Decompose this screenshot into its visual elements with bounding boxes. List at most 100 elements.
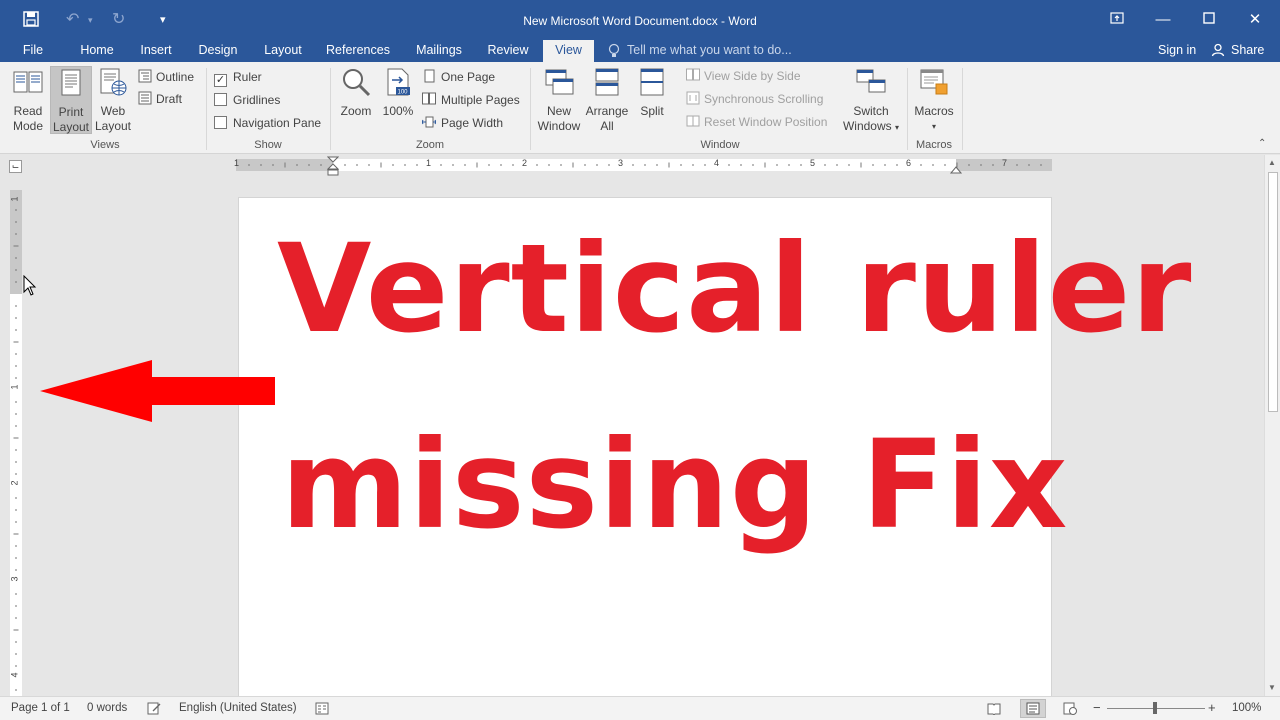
zoom-out-button[interactable]: − [1093, 700, 1101, 715]
tab-review[interactable]: Review [482, 40, 534, 62]
macro-recording-icon[interactable] [315, 702, 329, 718]
switch-windows-icon [840, 66, 902, 102]
document-page[interactable]: Vertical ruler missing Fix [238, 197, 1191, 697]
proofing-icon[interactable] [147, 702, 161, 718]
maximize-icon[interactable] [1194, 8, 1224, 32]
web-layout-button[interactable]: Web Layout [92, 66, 134, 134]
outline-button[interactable]: Outline [138, 68, 194, 86]
document-heading-line-2: missing Fix [281, 414, 1069, 556]
page-width-icon [421, 116, 437, 128]
read-mode-icon [6, 66, 50, 102]
window-group-label: Window [700, 139, 740, 151]
arrange-all-button[interactable]: Arrange All [584, 66, 630, 134]
window-title: New Microsoft Word Document.docx - Word [523, 14, 757, 28]
multiple-pages-button[interactable]: Multiple Pages [422, 91, 520, 109]
ruler-checkbox[interactable]: ✓ Ruler [214, 68, 262, 87]
synchronous-scrolling-button[interactable]: Synchronous Scrolling [686, 90, 823, 108]
tab-selector-icon[interactable]: ⌙ [9, 160, 22, 173]
language[interactable]: English (United States) [179, 702, 297, 714]
sign-in-link[interactable]: Sign in [1158, 40, 1196, 62]
share-person-icon[interactable] [1211, 40, 1227, 62]
view-side-by-side-button[interactable]: View Side by Side [686, 67, 801, 85]
one-page-button[interactable]: One Page [422, 68, 495, 86]
indent-markers-icon[interactable] [326, 156, 340, 176]
mouse-pointer-icon [23, 274, 37, 300]
zoom-in-button[interactable]: + [1208, 700, 1216, 715]
read-mode-view-icon[interactable] [987, 702, 1001, 718]
print-layout-icon [51, 67, 91, 103]
tab-home[interactable]: Home [74, 40, 120, 62]
zoom-100-button[interactable]: 100 100% [380, 66, 416, 119]
gridlines-checkbox[interactable]: Gridlines [214, 91, 280, 109]
scrollbar-thumb[interactable] [1268, 172, 1278, 412]
arrange-all-icon [584, 66, 630, 102]
share-button[interactable]: Share [1231, 40, 1264, 62]
macros-icon [912, 66, 956, 102]
read-mode-button[interactable]: Read Mode [6, 66, 50, 134]
zoom-slider-thumb[interactable] [1153, 702, 1157, 714]
ribbon-tabs: File Home Insert Design Layout Reference… [0, 40, 1280, 62]
word-count[interactable]: 0 words [87, 702, 127, 714]
group-divider [907, 68, 908, 150]
new-window-icon [536, 66, 582, 102]
web-layout-icon [92, 66, 134, 102]
close-icon[interactable]: ✕ [1240, 8, 1270, 32]
macros-button[interactable]: Macros ▾ [912, 66, 956, 134]
tab-mailings[interactable]: Mailings [408, 40, 470, 62]
tab-insert[interactable]: Insert [134, 40, 178, 62]
macros-group-label: Macros [915, 139, 953, 151]
horizontal-ruler[interactable]: 1 1 2 3 4 5 6 7 [234, 158, 1052, 171]
document-heading-line-1: Vertical ruler [277, 218, 1193, 360]
tab-layout[interactable]: Layout [258, 40, 308, 62]
ruler-ticks [248, 162, 1042, 168]
switch-windows-button[interactable]: Switch Windows ▾ [840, 66, 902, 135]
side-by-side-icon [686, 68, 700, 81]
show-group-label: Show [254, 139, 282, 151]
split-icon [632, 66, 672, 102]
tab-view[interactable]: View [543, 40, 594, 62]
group-divider [530, 68, 531, 150]
split-button[interactable]: Split [632, 66, 672, 119]
tab-references[interactable]: References [322, 40, 394, 62]
status-bar: Page 1 of 1 0 words English (United Stat… [0, 696, 1280, 720]
title-bar: ↶ ▾ ↻ ▾ New Microsoft Word Document.docx… [0, 0, 1280, 40]
page-width-button[interactable]: Page Width [421, 114, 503, 132]
right-indent-marker-icon[interactable] [949, 163, 963, 175]
collapse-ribbon-icon[interactable]: ⌃ [1258, 138, 1266, 149]
scroll-down-icon[interactable]: ▼ [1268, 683, 1276, 692]
zoom-group-label: Zoom [415, 139, 445, 151]
navigation-pane-checkbox[interactable]: Navigation Pane [214, 114, 321, 132]
scroll-up-icon[interactable]: ▲ [1268, 158, 1276, 167]
group-divider [330, 68, 331, 150]
tab-file[interactable]: File [14, 40, 52, 62]
ribbon: Read Mode Print Layout Web Layout Outlin… [0, 62, 1280, 154]
views-group-label: Views [90, 139, 120, 151]
print-layout-view-icon[interactable] [1020, 699, 1046, 718]
checkbox-unchecked-icon [214, 116, 227, 129]
draft-button[interactable]: Draft [138, 90, 182, 108]
reset-window-icon [686, 115, 700, 127]
red-arrow-icon [38, 359, 278, 426]
chevron-down-icon: ▾ [895, 123, 900, 132]
multiple-pages-icon [422, 92, 436, 105]
svg-text:100: 100 [398, 90, 409, 96]
vertical-ruler[interactable]: 1 1 2 3 4 [10, 190, 22, 696]
magnifier-icon [336, 66, 376, 102]
page-count[interactable]: Page 1 of 1 [11, 702, 70, 714]
checkbox-checked-icon: ✓ [214, 74, 227, 87]
ribbon-display-options-icon[interactable] [1102, 8, 1132, 32]
one-page-icon [424, 69, 435, 83]
tab-design[interactable]: Design [192, 40, 244, 62]
minimize-icon[interactable]: — [1148, 8, 1178, 32]
reset-window-position-button[interactable]: Reset Window Position [686, 113, 827, 131]
new-window-button[interactable]: New Window [536, 66, 582, 134]
zoom-level[interactable]: 100% [1232, 702, 1261, 714]
web-layout-view-icon[interactable] [1063, 702, 1077, 718]
zoom-button[interactable]: Zoom [336, 66, 376, 119]
tell-me-input[interactable]: Tell me what you want to do... [627, 40, 792, 62]
vertical-scrollbar[interactable]: ▲ ▼ [1264, 155, 1280, 696]
print-layout-button[interactable]: Print Layout [50, 66, 92, 134]
draft-icon [138, 91, 152, 105]
sync-scroll-icon [686, 91, 700, 105]
checkbox-unchecked-icon [214, 93, 227, 106]
